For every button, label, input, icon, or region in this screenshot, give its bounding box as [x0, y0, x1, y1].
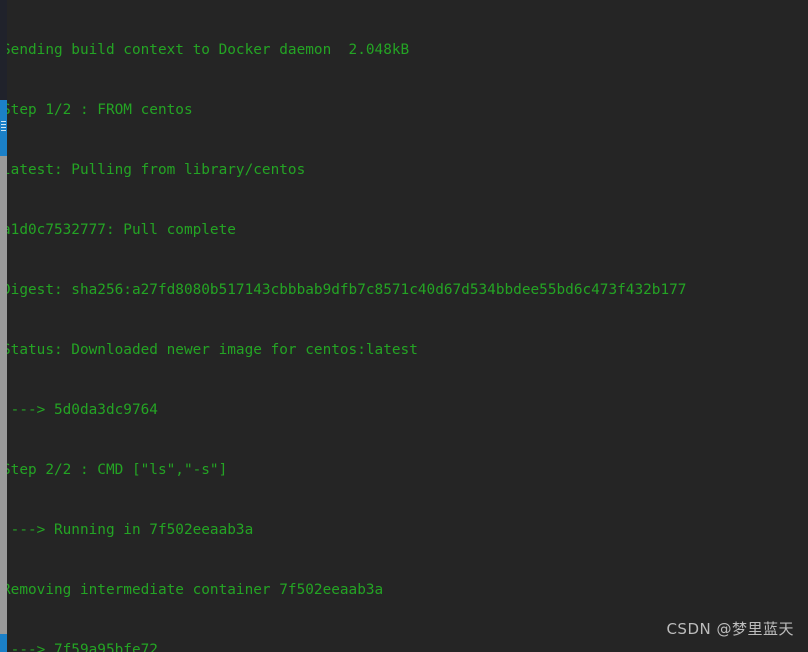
scrollbar-grip-line — [1, 127, 6, 128]
scrollbar-grip-line — [1, 124, 6, 125]
terminal-line: ---> Running in 7f502eeaab3a — [2, 522, 254, 538]
vertical-scrollbar[interactable] — [0, 0, 7, 652]
scrollbar-thumb-bottom[interactable] — [0, 634, 7, 652]
terminal-line: Step 2/2 : CMD ["ls","-s"] — [2, 462, 228, 478]
scrollbar-thumb[interactable] — [0, 100, 7, 156]
scrollbar-trough-top[interactable] — [0, 0, 7, 100]
terminal-line: a1d0c7532777: Pull complete — [2, 222, 236, 238]
terminal-line: latest: Pulling from library/centos — [2, 162, 306, 178]
terminal-line: Removing intermediate container 7f502eea… — [2, 582, 384, 598]
terminal-line: ---> 5d0da3dc9764 — [2, 402, 158, 418]
csdn-watermark: CSDN @梦里蓝天 — [666, 620, 794, 638]
terminal-line: Sending build context to Docker daemon 2… — [2, 42, 410, 58]
terminal-line: Digest: sha256:a27fd8080b517143cbbbab9df… — [2, 282, 687, 298]
terminal-line: ---> 7f59a95bfe72 — [2, 642, 158, 652]
terminal-line: Step 1/2 : FROM centos — [2, 102, 193, 118]
scrollbar-grip-line — [1, 121, 6, 122]
terminal-window: Sending build context to Docker daemon 2… — [0, 0, 808, 652]
terminal-line: Status: Downloaded newer image for cento… — [2, 342, 418, 358]
terminal-output[interactable]: Sending build context to Docker daemon 2… — [0, 0, 808, 652]
scrollbar-grip-line — [1, 130, 6, 131]
